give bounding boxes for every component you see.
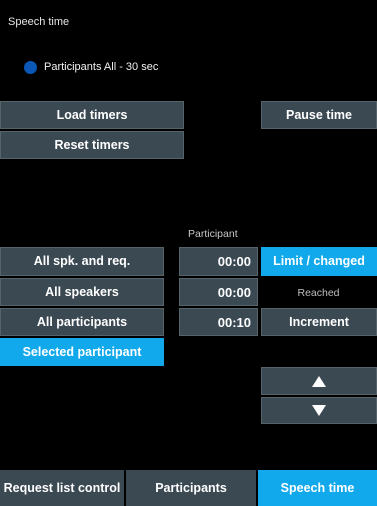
selected-participant-button[interactable]: Selected participant <box>0 338 164 366</box>
increment-button[interactable]: Increment <box>261 308 377 336</box>
pause-time-button[interactable]: Pause time <box>261 101 377 129</box>
time-display-all-participants: 00:10 <box>179 308 258 336</box>
reset-timers-button[interactable]: Reset timers <box>0 131 184 159</box>
participant-column-header: Participant <box>188 228 238 240</box>
time-display-all-spk-req: 00:00 <box>179 247 258 276</box>
participants-status-label: Participants All - 30 sec <box>44 61 159 73</box>
status-dot-icon <box>24 61 37 74</box>
tab-speech-time[interactable]: Speech time <box>258 470 377 506</box>
bottom-nav: Request list control Participants Speech… <box>0 470 377 506</box>
all-speakers-and-requests-button[interactable]: All spk. and req. <box>0 247 164 276</box>
reached-label: Reached <box>297 287 340 299</box>
arrow-up-icon <box>312 375 326 387</box>
time-display-all-speakers: 00:00 <box>179 278 258 306</box>
all-speakers-button[interactable]: All speakers <box>0 278 164 306</box>
tab-request-list-control[interactable]: Request list control <box>0 470 124 506</box>
arrow-down-icon <box>312 405 326 416</box>
limit-changed-button[interactable]: Limit / changed <box>261 247 377 276</box>
load-timers-button[interactable]: Load timers <box>0 101 184 129</box>
tab-participants[interactable]: Participants <box>126 470 256 506</box>
increase-button[interactable] <box>261 367 377 395</box>
all-participants-button[interactable]: All participants <box>0 308 164 336</box>
decrease-button[interactable] <box>261 397 377 424</box>
page-title: Speech time <box>8 16 70 28</box>
